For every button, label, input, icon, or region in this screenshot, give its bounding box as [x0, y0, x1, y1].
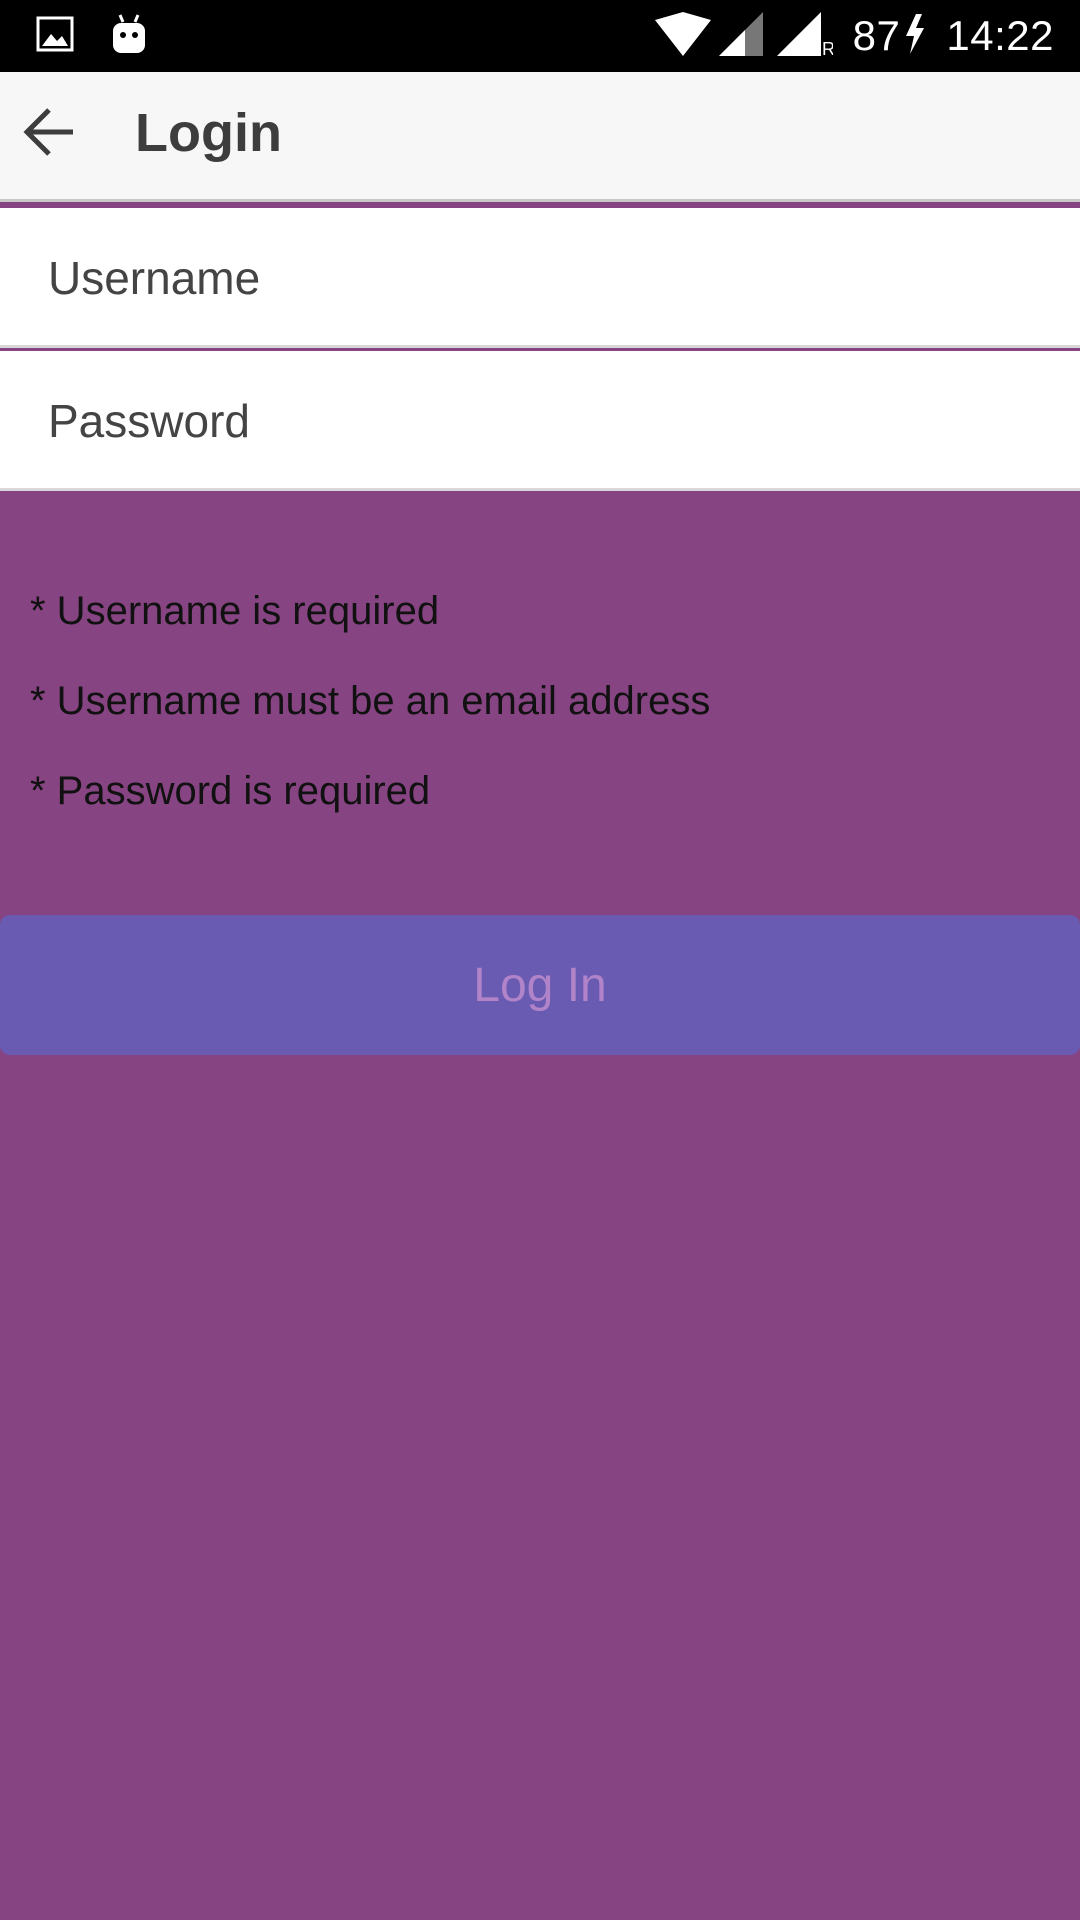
battery-level: 87	[852, 12, 901, 59]
error-password-required: * Password is required	[30, 769, 431, 813]
status-bar: R 87 14:22	[0, 0, 1080, 72]
signal-roaming-icon: R	[776, 11, 835, 61]
app-bar: Login	[0, 72, 1080, 202]
username-input[interactable]	[48, 238, 1048, 318]
android-icon	[110, 13, 148, 60]
signal-icon	[718, 11, 763, 61]
system-icons: R 87 14:22	[654, 0, 1054, 72]
charging-icon	[904, 13, 926, 59]
login-button[interactable]: Log In	[0, 915, 1080, 1055]
notification-icons	[36, 13, 148, 60]
password-input[interactable]	[48, 381, 1048, 461]
back-button[interactable]	[14, 98, 86, 170]
page-title: Login	[135, 103, 282, 163]
username-field-container	[0, 208, 1080, 348]
image-icon	[36, 15, 74, 58]
wifi-icon	[654, 11, 711, 61]
error-username-required: * Username is required	[30, 589, 440, 633]
svg-text:R: R	[822, 39, 833, 56]
clock: 14:22	[946, 12, 1054, 59]
error-username-email: * Username must be an email address	[30, 679, 711, 723]
password-field-container	[0, 351, 1080, 491]
validation-errors: * Username is required * Username must b…	[30, 585, 710, 855]
arrow-left-icon	[23, 107, 77, 162]
